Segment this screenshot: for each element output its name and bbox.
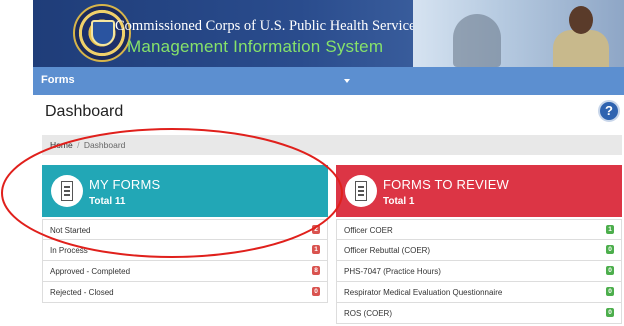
seal-shield-icon <box>91 20 115 46</box>
my-forms-list: Not Started 2 In Process 1 Approved - Co… <box>42 219 328 303</box>
list-item[interactable]: ROS (COER) 0 <box>336 303 622 324</box>
list-item-label: Respirator Medical Evaluation Questionna… <box>344 288 503 297</box>
count-badge: 0 <box>312 287 320 296</box>
list-item[interactable]: Respirator Medical Evaluation Questionna… <box>336 282 622 303</box>
breadcrumb-separator: / <box>77 140 80 150</box>
breadcrumb-home-link[interactable]: Home <box>50 140 73 150</box>
count-badge: 0 <box>606 287 614 296</box>
list-item[interactable]: Approved - Completed 8 <box>42 261 328 282</box>
list-item-label: ROS (COER) <box>344 309 392 318</box>
count-badge: 2 <box>312 225 320 234</box>
page-title: Dashboard <box>45 103 124 120</box>
forms-to-review-list: Officer COER 1 Officer Rebuttal (COER) 0… <box>336 219 622 324</box>
page-root: Commissioned Corps of U.S. Public Health… <box>0 0 624 326</box>
document-icon <box>51 175 83 207</box>
list-item-label: Officer COER <box>344 226 393 235</box>
count-badge: 8 <box>312 266 320 275</box>
list-item[interactable]: Not Started 2 <box>42 219 328 240</box>
count-badge: 0 <box>606 308 614 317</box>
help-icon[interactable]: ? <box>598 100 620 122</box>
chevron-down-icon[interactable] <box>344 79 350 83</box>
nav-forms-menu[interactable]: Forms <box>41 74 75 86</box>
header-photo <box>413 0 624 67</box>
list-item-label: Not Started <box>50 226 91 235</box>
photo-officer <box>553 6 609 67</box>
list-item-label: In Process <box>50 246 88 255</box>
list-item-label: Rejected - Closed <box>50 288 114 297</box>
list-item[interactable]: Officer Rebuttal (COER) 0 <box>336 240 622 261</box>
officer-head <box>569 6 593 34</box>
forms-to-review-header[interactable]: FORMS TO REVIEW Total 1 <box>336 165 622 217</box>
header-title: Commissioned Corps of U.S. Public Health… <box>115 18 416 34</box>
photo-person-background <box>453 14 501 67</box>
count-badge: 0 <box>606 266 614 275</box>
breadcrumb: Home / Dashboard <box>42 135 622 155</box>
top-navbar: Forms <box>33 67 624 95</box>
my-forms-title: MY FORMS <box>89 177 161 192</box>
list-item[interactable]: PHS-7047 (Practice Hours) 0 <box>336 261 622 282</box>
header-banner: Commissioned Corps of U.S. Public Health… <box>33 0 624 67</box>
count-badge: 1 <box>606 225 614 234</box>
officer-uniform <box>553 30 609 67</box>
list-item[interactable]: Officer COER 1 <box>336 219 622 240</box>
breadcrumb-current: Dashboard <box>83 140 126 150</box>
list-item-label: Officer Rebuttal (COER) <box>344 246 431 255</box>
list-item[interactable]: Rejected - Closed 0 <box>42 282 328 303</box>
my-forms-total: Total 11 <box>89 196 126 207</box>
list-item-label: Approved - Completed <box>50 267 131 276</box>
count-badge: 0 <box>606 245 614 254</box>
my-forms-header[interactable]: MY FORMS Total 11 <box>42 165 328 217</box>
forms-to-review-title: FORMS TO REVIEW <box>383 177 510 192</box>
list-item[interactable]: In Process 1 <box>42 240 328 261</box>
list-item-label: PHS-7047 (Practice Hours) <box>344 267 441 276</box>
count-badge: 1 <box>312 245 320 254</box>
header-subtitle: Management Information System <box>127 37 384 56</box>
forms-to-review-total: Total 1 <box>383 196 415 207</box>
document-icon <box>345 175 377 207</box>
